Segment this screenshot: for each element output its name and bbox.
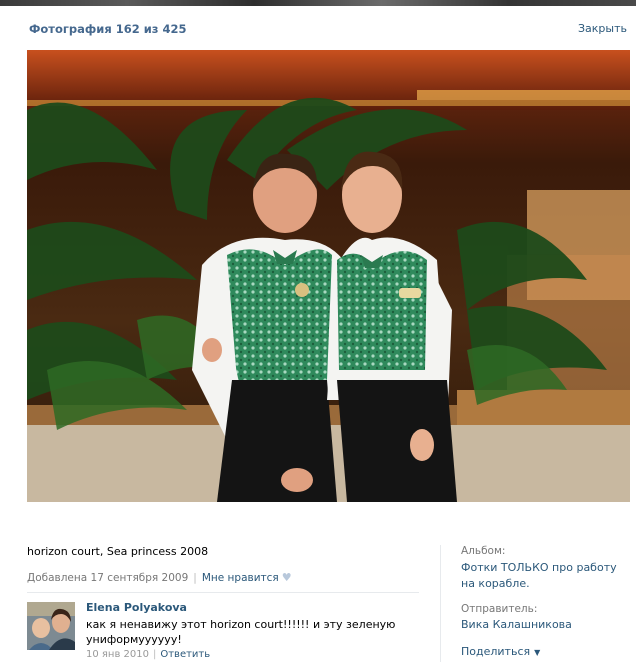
like-button[interactable]: Мне нравится	[202, 572, 279, 584]
photo-caption: horizon court, Sea princess 2008	[27, 545, 209, 558]
reply-button[interactable]: Ответить	[160, 649, 210, 660]
avatar-image	[27, 602, 75, 650]
separator: |	[152, 649, 157, 660]
separator: |	[193, 572, 197, 584]
comment-text: как я ненавижу этот horizon court!!!!!! …	[86, 618, 396, 646]
sender-label: Отправитель:	[461, 603, 538, 615]
top-strip	[0, 0, 636, 6]
sidebar-divider	[440, 545, 441, 662]
photo-illustration	[27, 50, 630, 502]
share-button[interactable]: Поделиться ▼	[461, 644, 540, 661]
added-date: Добавлена 17 сентября 2009	[27, 572, 189, 584]
album-link[interactable]: Фотки ТОЛЬКО про работу на корабле.	[461, 560, 631, 592]
comment-author[interactable]: Elena Polyakova	[86, 601, 187, 614]
photo-counter-title: Фотография 162 из 425	[29, 22, 187, 36]
heart-icon[interactable]: ♥	[282, 571, 292, 584]
photo-meta: Добавлена 17 сентября 2009 | Мне нравится ♥	[27, 571, 292, 584]
sender-link[interactable]: Вика Калашникова	[461, 617, 572, 633]
share-label: Поделиться	[461, 645, 531, 658]
close-button[interactable]: Закрыть	[578, 22, 627, 35]
comment-meta: 10 янв 2010 | Ответить	[86, 649, 210, 660]
chevron-down-icon: ▼	[534, 648, 541, 657]
comment-date: 10 янв 2010	[86, 649, 149, 660]
comments-divider	[27, 592, 419, 593]
photo-image[interactable]	[27, 50, 630, 502]
avatar[interactable]	[27, 602, 75, 650]
album-label: Альбом:	[461, 545, 506, 557]
